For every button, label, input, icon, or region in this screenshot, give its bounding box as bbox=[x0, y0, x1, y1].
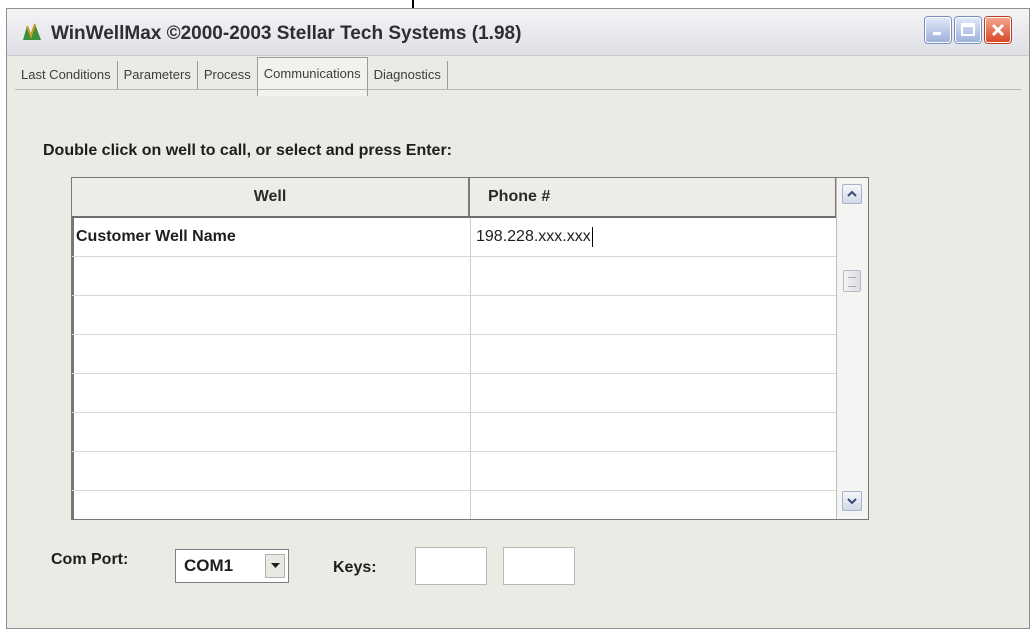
minimize-button[interactable] bbox=[925, 17, 951, 43]
com-port-dropdown-button[interactable] bbox=[265, 554, 285, 578]
table-row[interactable]: Customer Well Name 198.228.xxx.xxx bbox=[72, 218, 836, 257]
tab-diagnostics[interactable]: Diagnostics bbox=[368, 61, 448, 89]
tab-last-conditions[interactable]: Last Conditions bbox=[15, 61, 118, 89]
column-header-well[interactable]: Well bbox=[72, 178, 470, 216]
cell-phone[interactable] bbox=[476, 335, 832, 373]
key-input-2[interactable] bbox=[503, 547, 575, 585]
table-row[interactable] bbox=[72, 452, 836, 491]
cell-phone[interactable] bbox=[476, 257, 832, 295]
scroll-down-button[interactable] bbox=[842, 491, 862, 511]
cell-phone-text: 198.228.xxx.xxx bbox=[476, 228, 591, 245]
column-header-phone[interactable]: Phone # bbox=[472, 178, 836, 216]
cell-well-name[interactable] bbox=[76, 452, 470, 490]
table-row[interactable] bbox=[72, 257, 836, 296]
tab-parameters[interactable]: Parameters bbox=[118, 61, 198, 89]
scroll-down-icon bbox=[847, 498, 857, 505]
cell-phone[interactable] bbox=[476, 491, 832, 519]
cell-phone[interactable]: 198.228.xxx.xxx bbox=[476, 218, 832, 256]
cell-well-name[interactable] bbox=[76, 491, 470, 519]
scroll-thumb[interactable] bbox=[843, 270, 861, 292]
dropdown-arrow-icon bbox=[271, 563, 280, 568]
instruction-text: Double click on well to call, or select … bbox=[43, 142, 453, 159]
table-row[interactable] bbox=[72, 335, 836, 374]
well-grid[interactable]: Well Phone # Customer Well Name 198.228.… bbox=[71, 177, 869, 520]
cell-phone[interactable] bbox=[476, 413, 832, 451]
tab-process[interactable]: Process bbox=[198, 61, 257, 89]
cell-phone[interactable] bbox=[476, 452, 832, 490]
app-icon bbox=[23, 23, 41, 40]
cell-phone[interactable] bbox=[476, 296, 832, 334]
table-row[interactable] bbox=[72, 413, 836, 452]
cell-well-name[interactable] bbox=[76, 374, 470, 412]
table-row[interactable] bbox=[72, 491, 836, 519]
maximize-icon bbox=[961, 23, 975, 36]
keys-label: Keys: bbox=[333, 559, 377, 576]
minimize-icon bbox=[933, 32, 941, 35]
grid-rows: Customer Well Name 198.228.xxx.xxx bbox=[72, 218, 836, 519]
cell-well-name[interactable] bbox=[76, 413, 470, 451]
cell-well-name[interactable]: Customer Well Name bbox=[76, 218, 470, 256]
cell-well-name[interactable] bbox=[76, 335, 470, 373]
cell-well-name[interactable] bbox=[76, 257, 470, 295]
bottom-controls: Com Port: COM1 Keys: bbox=[7, 539, 1029, 599]
com-port-select[interactable]: COM1 bbox=[175, 549, 289, 583]
close-button[interactable] bbox=[985, 17, 1011, 43]
table-row[interactable] bbox=[72, 296, 836, 335]
tab-divider bbox=[15, 89, 1021, 90]
title-bar[interactable]: WinWellMax ©2000-2003 Stellar Tech Syste… bbox=[7, 9, 1029, 56]
com-port-value: COM1 bbox=[184, 556, 234, 575]
tab-strip: Last Conditions Parameters Process Commu… bbox=[15, 57, 448, 96]
grid-header: Well Phone # bbox=[72, 178, 836, 218]
key-input-1[interactable] bbox=[415, 547, 487, 585]
tab-communications[interactable]: Communications bbox=[256, 57, 368, 96]
cell-phone[interactable] bbox=[476, 374, 832, 412]
com-port-label: Com Port: bbox=[51, 551, 129, 568]
cell-well-name[interactable] bbox=[76, 296, 470, 334]
table-row[interactable] bbox=[72, 374, 836, 413]
vertical-scrollbar[interactable] bbox=[836, 178, 868, 519]
window-title: WinWellMax ©2000-2003 Stellar Tech Syste… bbox=[51, 23, 522, 44]
scroll-up-button[interactable] bbox=[842, 184, 862, 204]
close-icon bbox=[991, 23, 1005, 37]
text-caret bbox=[591, 226, 593, 247]
maximize-button[interactable] bbox=[955, 17, 981, 43]
scroll-up-icon bbox=[847, 190, 857, 197]
app-window: WinWellMax ©2000-2003 Stellar Tech Syste… bbox=[6, 8, 1030, 629]
